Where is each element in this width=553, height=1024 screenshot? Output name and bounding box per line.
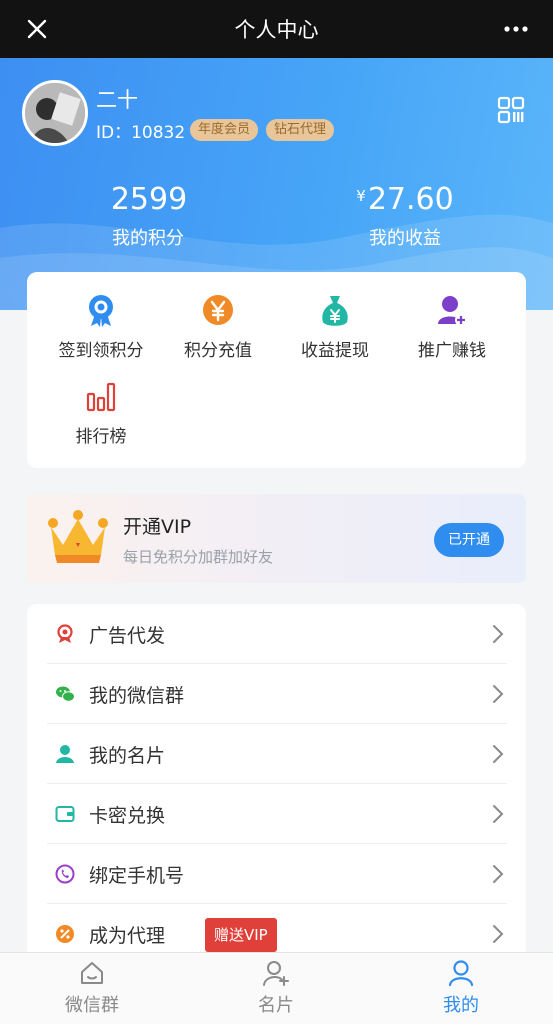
- chevron-right-icon: [493, 925, 504, 943]
- avatar[interactable]: [22, 80, 88, 146]
- wechat-icon: [56, 686, 75, 702]
- bottom-tab-bar: 微信群 名片 我的: [0, 952, 553, 1024]
- points-stat[interactable]: 2599 我的积分: [48, 176, 248, 250]
- user-id: ID：10832: [96, 123, 186, 143]
- quick-action-leaderboard[interactable]: 排行榜: [39, 380, 163, 447]
- agent-icon: [56, 925, 74, 943]
- menu-item-card-redeem[interactable]: 卡密兑换: [47, 784, 507, 844]
- add-user-icon: [263, 961, 289, 986]
- qr-code-icon[interactable]: [497, 96, 525, 124]
- vip-activated-button[interactable]: 已开通: [434, 523, 504, 557]
- chevron-right-icon: [493, 625, 504, 643]
- money-bag-icon: [322, 296, 348, 326]
- points-label: 我的积分: [112, 228, 184, 249]
- tab-label: 微信群: [65, 995, 119, 1016]
- quick-action-label: 签到领积分: [58, 341, 144, 361]
- ribbon-icon: [57, 624, 73, 643]
- quick-action-label: 积分充值: [184, 341, 252, 361]
- yen-circle-icon: [203, 295, 233, 325]
- user-add-icon: [438, 296, 467, 326]
- tab-label: 我的: [443, 995, 479, 1016]
- menu-item-label: 广告代发: [89, 625, 166, 647]
- tab-business-card[interactable]: 名片: [184, 959, 368, 1017]
- badge-annual-member: 年度会员: [190, 119, 259, 141]
- quick-action-label: 排行榜: [75, 427, 127, 447]
- quick-actions-card: 签到领积分 积分充值 收益提现 推广赚钱 排行榜: [27, 272, 526, 468]
- chevron-right-icon: [493, 745, 504, 763]
- menu-item-my-wechat-groups[interactable]: 我的微信群: [47, 664, 507, 724]
- earnings-stat[interactable]: ¥27.60 我的收益: [305, 176, 505, 250]
- menu-item-ad-posting[interactable]: 广告代发: [47, 604, 507, 664]
- top-bar: 个人中心: [0, 0, 553, 58]
- username: 二十: [96, 88, 138, 112]
- chevron-right-icon: [493, 685, 504, 703]
- tab-wechat-groups[interactable]: 微信群: [0, 959, 184, 1017]
- chevron-right-icon: [493, 865, 504, 883]
- phone-icon: [55, 864, 75, 884]
- menu-list: 广告代发 我的微信群 我的名片 卡密兑换 绑定手机号 成为代理 赠送VIP: [27, 604, 526, 964]
- chevron-right-icon: [493, 805, 504, 823]
- quick-action-checkin[interactable]: 签到领积分: [39, 294, 163, 361]
- menu-item-label: 我的名片: [89, 745, 166, 767]
- page-title: 个人中心: [234, 18, 319, 42]
- points-value: 2599: [110, 182, 188, 217]
- user-icon: [448, 960, 474, 987]
- crown-icon: [48, 510, 108, 563]
- quick-action-label: 推广赚钱: [418, 341, 486, 361]
- vip-subtitle: 每日免积分加群加好友: [123, 548, 274, 566]
- quick-action-promote[interactable]: 推广赚钱: [390, 294, 514, 361]
- bar-chart-icon: [86, 382, 116, 412]
- menu-item-label: 我的微信群: [89, 685, 185, 707]
- menu-item-label: 卡密兑换: [89, 805, 166, 827]
- quick-action-recharge[interactable]: 积分充值: [156, 294, 280, 361]
- earnings-label: 我的收益: [369, 228, 441, 249]
- person-icon: [56, 745, 74, 763]
- vip-title: 开通VIP: [123, 516, 192, 538]
- avatar-image: [25, 83, 85, 143]
- gift-vip-tag: 赠送VIP: [205, 918, 277, 952]
- tab-label: 名片: [258, 995, 294, 1016]
- menu-item-my-business-card[interactable]: 我的名片: [47, 724, 507, 784]
- vip-banner[interactable]: 开通VIP 每日免积分加群加好友 已开通: [27, 494, 526, 583]
- wallet-icon: [55, 806, 75, 822]
- menu-item-label: 成为代理: [89, 925, 166, 947]
- earnings-value: 27.60: [367, 182, 454, 217]
- home-icon: [81, 962, 103, 984]
- tab-mine[interactable]: 我的: [369, 959, 553, 1017]
- currency-symbol: ¥: [356, 187, 366, 205]
- quick-action-withdraw[interactable]: 收益提现: [273, 294, 397, 361]
- menu-item-label: 绑定手机号: [89, 865, 185, 887]
- menu-item-bind-phone[interactable]: 绑定手机号: [47, 844, 507, 904]
- award-icon: [89, 295, 113, 327]
- badge-diamond-agent: 钻石代理: [266, 119, 335, 141]
- more-icon[interactable]: [501, 16, 531, 42]
- quick-action-label: 收益提现: [301, 341, 369, 361]
